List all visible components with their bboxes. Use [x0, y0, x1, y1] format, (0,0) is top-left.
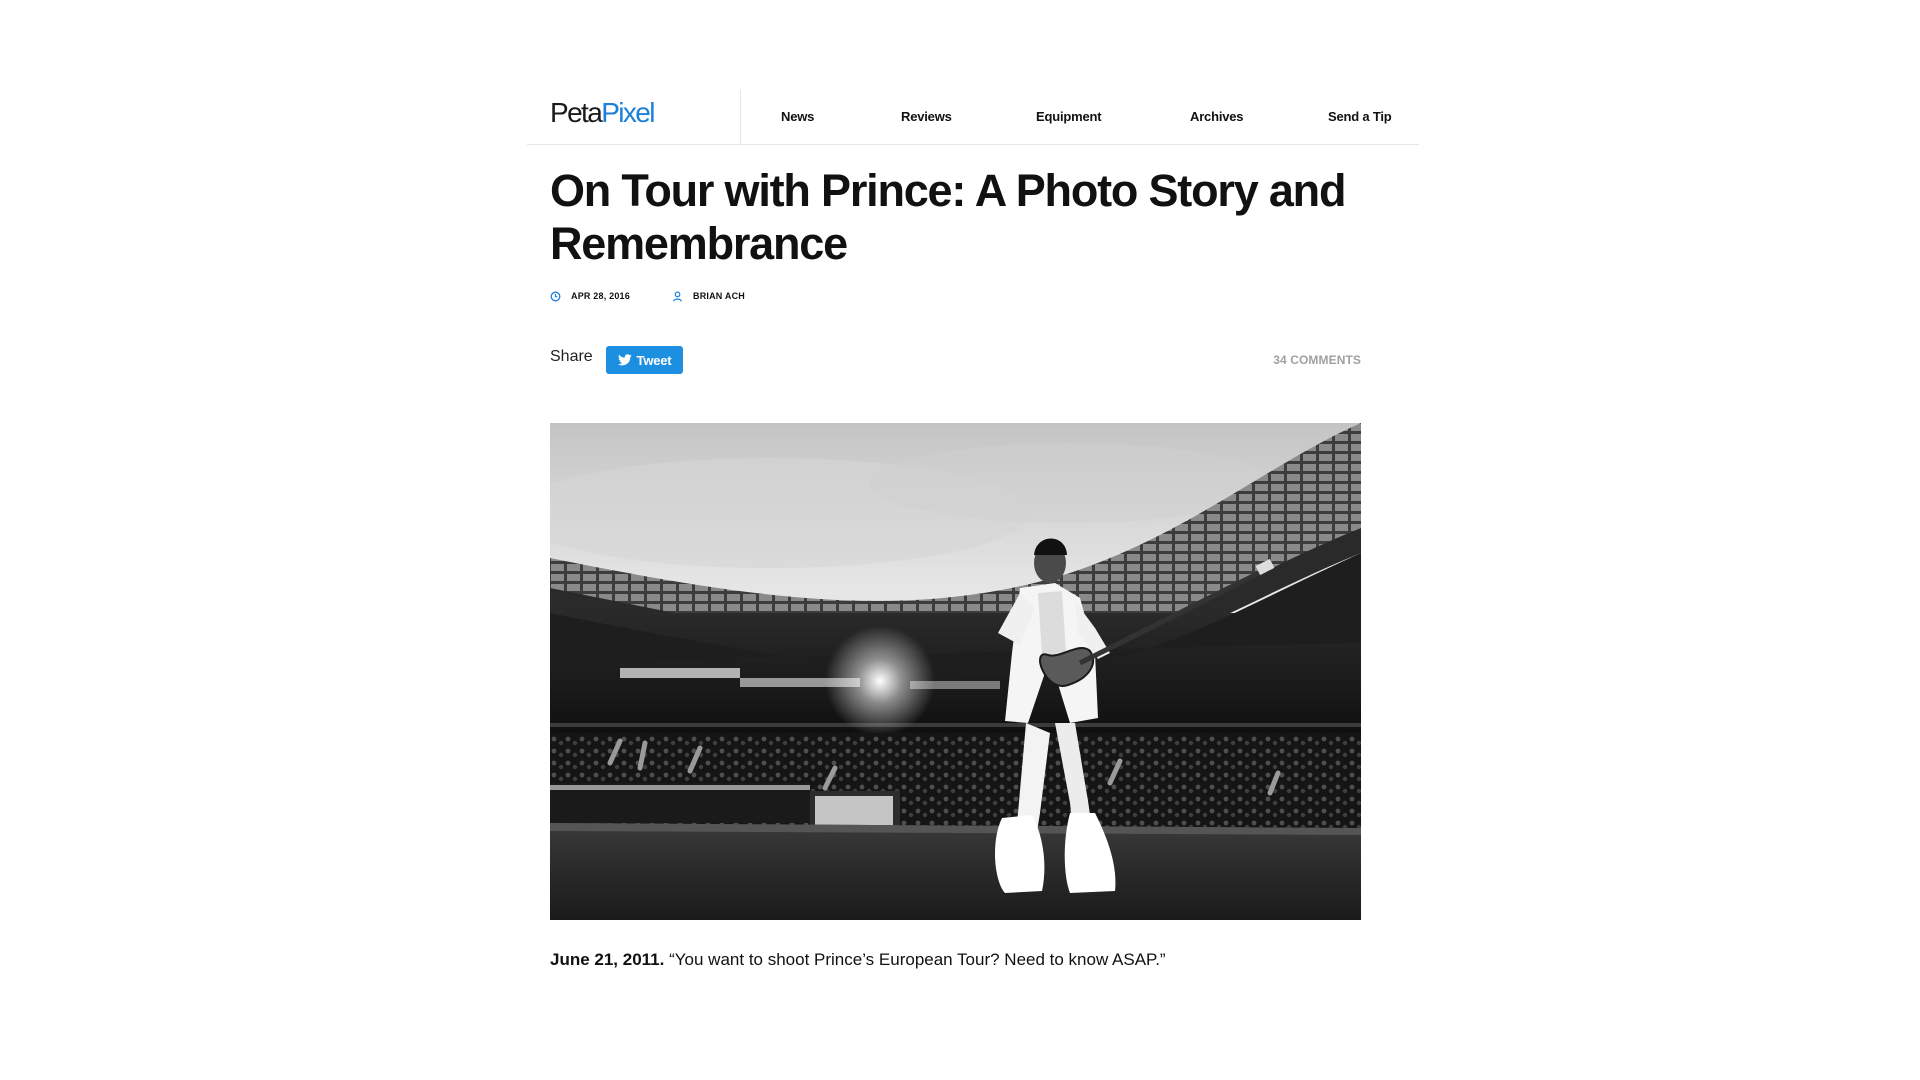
hero-photo[interactable]	[550, 423, 1361, 920]
tweet-label: Tweet	[636, 352, 672, 368]
comments-link[interactable]: 34 COMMENTS	[1273, 353, 1361, 367]
twitter-bird-icon	[617, 354, 632, 366]
nav-reviews[interactable]: Reviews	[901, 109, 952, 124]
nav-equipment[interactable]: Equipment	[1036, 109, 1102, 124]
logo-text-pixel: Pixel	[601, 97, 655, 128]
page: PetaPixel News Reviews Equipment Archive…	[0, 0, 1920, 1080]
user-icon	[673, 291, 682, 302]
site-logo[interactable]: PetaPixel	[550, 97, 655, 128]
logo-text-peta: Peta	[550, 97, 603, 128]
article-date: APR 28, 2016	[550, 289, 630, 303]
nav-divider	[740, 90, 741, 144]
caption-text: “You want to shoot Prince’s European Tou…	[669, 950, 1166, 969]
site-header: PetaPixel News Reviews Equipment Archive…	[527, 89, 1419, 145]
author-name[interactable]: BRIAN ACH	[693, 291, 745, 301]
share-label: Share	[550, 348, 593, 365]
clock-icon	[550, 291, 561, 301]
article-author[interactable]: BRIAN ACH	[672, 289, 745, 303]
date-text: APR 28, 2016	[571, 291, 630, 301]
nav-send-a-tip[interactable]: Send a Tip	[1328, 109, 1392, 124]
photo-caption: June 21, 2011. “You want to shoot Prince…	[550, 950, 1166, 970]
tweet-button[interactable]: Tweet	[606, 346, 683, 374]
concert-photo-illustration	[550, 423, 1361, 920]
caption-date: June 21, 2011.	[550, 950, 665, 969]
nav-news[interactable]: News	[781, 109, 814, 124]
article-title: On Tour with Prince: A Photo Story and R…	[550, 165, 1346, 269]
nav-archives[interactable]: Archives	[1190, 109, 1244, 124]
